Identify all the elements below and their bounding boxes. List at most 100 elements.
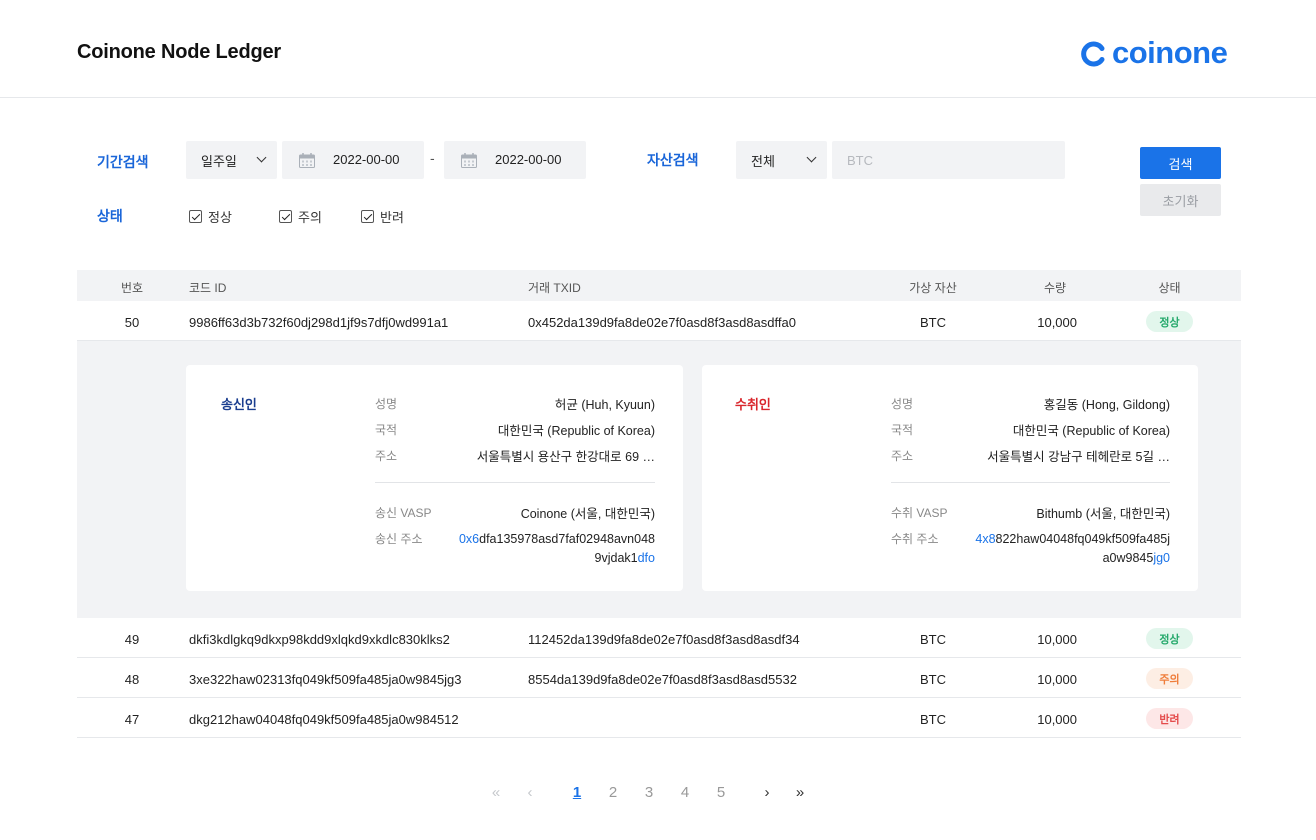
checkbox-label: 주의: [298, 210, 322, 225]
page-4-button[interactable]: 4: [675, 784, 695, 801]
status-checkbox-reject[interactable]: 반려: [361, 207, 404, 226]
date-separator: -: [430, 150, 435, 166]
col-header-txid: 거래 TXID: [528, 281, 581, 295]
wallet-suffix: dfo: [637, 551, 655, 565]
status-checkbox-warn[interactable]: 주의: [279, 207, 322, 226]
checkbox-checked-icon: [279, 210, 292, 223]
wallet-suffix: jg0: [1153, 551, 1170, 565]
row-num: 50: [124, 315, 140, 330]
row-code-id: 9986ff63d3b732f60dj298d1jf9s7dfj0wd991a1: [189, 315, 449, 330]
chevron-down-icon: [806, 152, 817, 163]
status-badge: 반려: [1146, 708, 1193, 729]
row-txid: 8554da139d9fa8de02e7f0asd8f3asd8asd5532: [528, 672, 797, 687]
receiver-address: 서울특별시 강남구 테헤란로 5길 …: [987, 450, 1170, 464]
calendar-icon: [461, 153, 477, 168]
col-header-qty: 수량: [1043, 281, 1067, 295]
sender-vasp: Coinone (서울, 대한민국): [520, 507, 655, 521]
calendar-icon: [299, 153, 315, 168]
prev-page-button[interactable]: ‹: [520, 784, 540, 801]
date-from-field[interactable]: 2022-00-00: [282, 141, 424, 179]
date-to-value: 2022-00-00: [495, 152, 562, 167]
row-num: 47: [124, 712, 140, 727]
table-header: 번호 코드 ID 거래 TXID 가상 자산 수량 상태: [77, 270, 1241, 301]
row-asset: BTC: [920, 632, 946, 647]
checkbox-checked-icon: [189, 210, 202, 223]
row-txid: 112452da139d9fa8de02e7f0asd8f3asd8asdf34: [528, 632, 800, 647]
page-2-button[interactable]: 2: [603, 784, 623, 801]
last-page-button[interactable]: »: [790, 784, 810, 801]
row-code-id: dkfi3kdlgkq9dkxp98kdd9xlqkd9xkdlc830klks…: [189, 632, 450, 647]
row-qty: 10,000: [1037, 632, 1077, 647]
search-button[interactable]: 검색: [1140, 147, 1221, 179]
sender-address-key: 주소: [375, 449, 398, 463]
receiver-wallet-key: 수취 주소: [891, 532, 939, 546]
table-row[interactable]: 47 dkg212haw04048fq049kf509fa485ja0w9845…: [77, 698, 1241, 738]
col-header-status: 상태: [1158, 281, 1181, 295]
sender-address: 서울특별시 용산구 한강대로 69 …: [476, 450, 655, 464]
wallet-body: 822haw04048fq049kf509fa485ja0w9845: [995, 532, 1170, 565]
asset-search-input[interactable]: [832, 141, 1065, 179]
sender-vasp-key: 송신 VASP: [375, 506, 432, 520]
divider: [375, 482, 655, 483]
receiver-vasp-key: 수취 VASP: [891, 506, 948, 520]
date-to-field[interactable]: 2022-00-00: [444, 141, 586, 179]
row-qty: 10,000: [1037, 672, 1077, 687]
chevron-down-icon: [256, 152, 267, 163]
receiver-title: 수취인: [735, 397, 771, 412]
row-num: 49: [124, 632, 140, 647]
date-from-value: 2022-00-00: [333, 152, 400, 167]
status-filter-label: 상태: [97, 208, 123, 224]
status-badge: 주의: [1146, 668, 1193, 689]
sender-name: 허균 (Huh, Kyuun): [554, 398, 655, 412]
table-row[interactable]: 49 dkfi3kdlgkq9dkxp98kdd9xlqkd9xkdlc830k…: [77, 618, 1241, 658]
period-filter-label: 기간검색: [97, 154, 149, 170]
period-select[interactable]: 일주일: [186, 141, 277, 179]
reset-button[interactable]: 초기화: [1140, 184, 1221, 216]
row-asset: BTC: [920, 712, 946, 727]
col-header-asset: 가상 자산: [909, 281, 957, 295]
page-3-button[interactable]: 3: [639, 784, 659, 801]
sender-nation-key: 국적: [375, 423, 398, 437]
receiver-wallet-address: 4x8822haw04048fq049kf509fa485ja0w9845jg0: [970, 530, 1170, 568]
table-row[interactable]: 48 3xe322haw02313fq049kf509fa485ja0w9845…: [77, 658, 1241, 698]
row-num: 48: [124, 672, 140, 687]
row-qty: 10,000: [1037, 315, 1077, 330]
sender-nation: 대한민국 (Republic of Korea): [497, 424, 655, 438]
wallet-prefix: 0x6: [458, 532, 480, 546]
app-title: Coinone Node Ledger: [77, 41, 281, 63]
wallet-prefix: 4x8: [975, 532, 996, 546]
asset-filter-label: 자산검색: [647, 152, 699, 168]
table-row[interactable]: 50 9986ff63d3b732f60dj298d1jf9s7dfj0wd99…: [77, 301, 1241, 341]
status-badge: 정상: [1146, 311, 1193, 332]
coinone-logo[interactable]: coinone: [1080, 34, 1228, 74]
checkbox-label: 반려: [380, 210, 404, 225]
first-page-button[interactable]: «: [486, 784, 506, 801]
wallet-body: dfa135978asd7faf02948avn0489vjdak1: [479, 532, 655, 565]
checkbox-label: 정상: [208, 210, 232, 225]
row-code-id: 3xe322haw02313fq049kf509fa485ja0w9845jg3: [189, 672, 462, 687]
transaction-detail-panel: 송신인 성명 허균 (Huh, Kyuun) 국적 대한민국 (Republic…: [77, 341, 1241, 618]
receiver-card: 수취인 성명 홍길동 (Hong, Gildong) 국적 대한민국 (Repu…: [702, 365, 1198, 591]
row-asset: BTC: [920, 315, 946, 330]
status-checkbox-normal[interactable]: 정상: [189, 207, 232, 226]
receiver-nation: 대한민국 (Republic of Korea): [1012, 424, 1170, 438]
receiver-nation-key: 국적: [891, 423, 914, 437]
checkbox-checked-icon: [361, 210, 374, 223]
asset-select[interactable]: 전체: [736, 141, 827, 179]
row-qty: 10,000: [1037, 712, 1077, 727]
asset-select-value: 전체: [751, 153, 775, 169]
col-header-code: 코드 ID: [189, 281, 227, 295]
next-page-button[interactable]: ›: [757, 784, 777, 801]
receiver-vasp: Bithumb (서울, 대한민국): [1036, 507, 1170, 521]
logo-text: coinone: [1112, 35, 1228, 70]
page-5-button[interactable]: 5: [711, 784, 731, 801]
sender-title: 송신인: [221, 397, 257, 412]
receiver-address-key: 주소: [891, 449, 914, 463]
divider: [891, 482, 1170, 483]
sender-wallet-address: 0x6dfa135978asd7faf02948avn0489vjdak1dfo: [455, 530, 655, 568]
row-code-id: dkg212haw04048fq049kf509fa485ja0w984512: [189, 712, 459, 727]
page-1-button[interactable]: 1: [567, 784, 587, 801]
row-asset: BTC: [920, 672, 946, 687]
receiver-name-key: 성명: [891, 397, 914, 411]
sender-name-key: 성명: [375, 397, 398, 411]
